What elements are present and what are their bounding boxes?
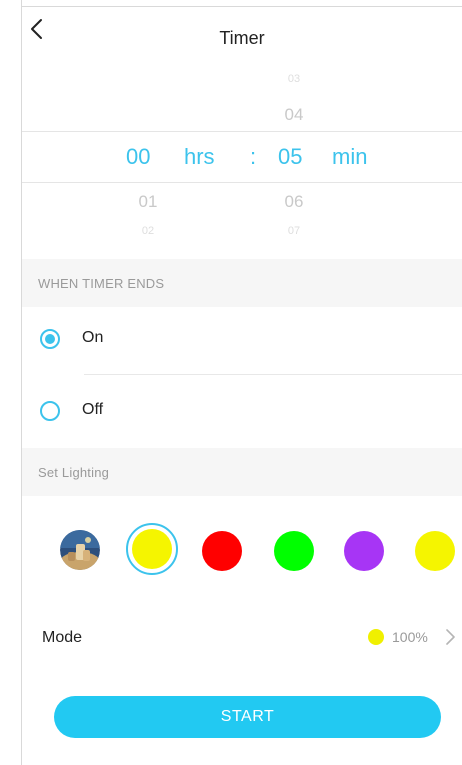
chevron-right-icon xyxy=(446,629,455,645)
color-swatch-1[interactable] xyxy=(126,523,178,575)
picker-selection-band xyxy=(22,131,462,183)
mode-label: Mode xyxy=(42,629,83,646)
radio-on[interactable] xyxy=(40,329,60,349)
hours-next[interactable]: 01 xyxy=(118,192,178,212)
option-on[interactable]: On xyxy=(22,303,462,375)
hours-unit-label: hrs xyxy=(184,144,215,169)
option-on-label: On xyxy=(82,329,104,346)
minutes-selected[interactable]: 05 xyxy=(278,144,302,170)
option-off[interactable]: Off xyxy=(22,375,462,447)
minutes-unit-label: min xyxy=(332,144,368,169)
section-label-when-timer-ends: WHEN TIMER ENDS xyxy=(38,276,165,291)
time-picker[interactable]: 01 02 03 04 06 07 00 hrs : 05 min xyxy=(22,59,462,259)
minutes-prev-far[interactable]: 03 xyxy=(264,73,324,85)
color-swatch-2[interactable] xyxy=(202,531,242,571)
chevron-left-icon xyxy=(31,19,42,39)
page-title: Timer xyxy=(219,28,265,48)
mode-color-dot xyxy=(368,629,384,645)
minutes-prev[interactable]: 04 xyxy=(264,105,324,125)
color-swatch-4[interactable] xyxy=(344,531,384,571)
option-off-label: Off xyxy=(82,401,104,418)
back-button[interactable] xyxy=(22,14,52,44)
start-button[interactable]: START xyxy=(54,696,441,738)
radio-off[interactable] xyxy=(40,401,60,421)
color-swatch-5[interactable] xyxy=(415,531,455,571)
hours-selected[interactable]: 00 xyxy=(126,144,150,170)
minutes-next-far[interactable]: 07 xyxy=(264,225,324,237)
color-swatch-3[interactable] xyxy=(274,531,314,571)
time-separator: : xyxy=(250,144,257,169)
color-swatch-1-fill xyxy=(132,529,172,569)
hours-next-far[interactable]: 02 xyxy=(118,225,178,237)
lighting-swatch-row xyxy=(22,518,462,582)
header: Timer xyxy=(22,7,462,59)
minutes-next[interactable]: 06 xyxy=(264,192,324,212)
mode-row[interactable]: Mode 100% xyxy=(22,612,462,662)
mode-brightness: 100% xyxy=(392,629,428,645)
section-label-set-lighting: Set Lighting xyxy=(38,465,110,480)
scene-photo-swatch[interactable] xyxy=(60,530,100,570)
scene-photo-icon xyxy=(60,530,100,570)
